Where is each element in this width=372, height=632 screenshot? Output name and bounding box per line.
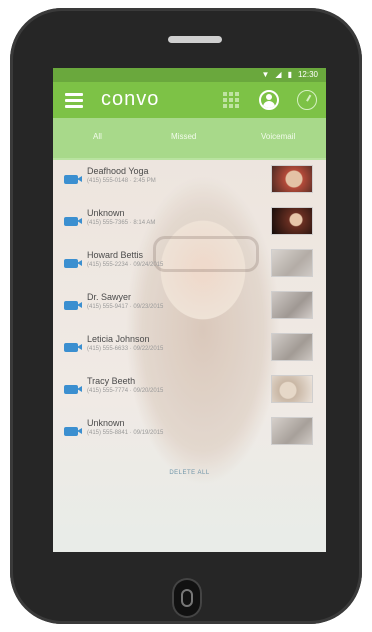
call-details: (415) 555-7774 · 09/20/2015: [87, 388, 164, 394]
tab-missed[interactable]: Missed: [171, 132, 196, 141]
caller-thumbnail: [271, 291, 313, 319]
caller-name: Unknown: [87, 208, 125, 218]
home-button[interactable]: [172, 578, 202, 618]
caller-name: Deafhood Yoga: [87, 166, 149, 176]
video-call-icon: [64, 427, 82, 436]
contacts-icon[interactable]: [259, 90, 279, 110]
list-item[interactable]: Tracy Beeth (415) 555-7774 · 09/20/2015: [53, 370, 326, 412]
signal-icon: ▼: [261, 70, 270, 79]
list-item[interactable]: Dr. Sawyer (415) 555-9417 · 09/23/2015: [53, 286, 326, 328]
caller-thumbnail: [271, 249, 313, 277]
call-details: (415) 555-8841 · 09/19/2015: [87, 430, 164, 436]
caller-thumbnail: [271, 165, 313, 193]
video-call-icon: [64, 217, 82, 226]
app-screen: ▼ ◢ ▮ 12:30 convo All Missed Voicemail D…: [53, 68, 326, 552]
list-item[interactable]: Howard Bettis (415) 555-2234 · 09/24/201…: [53, 244, 326, 286]
video-call-icon: [64, 343, 82, 352]
call-details: (415) 555-9417 · 09/23/2015: [87, 304, 164, 310]
caller-name: Unknown: [87, 418, 125, 428]
delete-all-button[interactable]: DELETE ALL: [53, 470, 326, 476]
list-item[interactable]: Unknown (415) 555-7365 · 8:14 AM: [53, 202, 326, 244]
app-logo: convo: [101, 88, 160, 110]
filter-tabs: All Missed Voicemail: [53, 118, 326, 160]
status-bar: ▼ ◢ ▮ 12:30: [53, 68, 326, 82]
app-bar: convo: [53, 82, 326, 131]
battery-icon: ▮: [287, 70, 292, 79]
device-frame: ▼ ◢ ▮ 12:30 convo All Missed Voicemail D…: [10, 8, 362, 624]
list-item[interactable]: Leticia Johnson (415) 555-6633 · 09/22/2…: [53, 328, 326, 370]
speaker-grille: [168, 36, 222, 43]
history-icon[interactable]: [297, 90, 317, 110]
caller-thumbnail: [271, 333, 313, 361]
video-call-icon: [64, 175, 82, 184]
status-time: 12:30: [297, 70, 318, 79]
caller-name: Howard Bettis: [87, 250, 144, 260]
tab-all[interactable]: All: [93, 132, 102, 141]
video-call-icon: [64, 385, 82, 394]
call-details: (415) 555-0148 · 2:45 PM: [87, 178, 156, 184]
caller-name: Tracy Beeth: [87, 376, 136, 386]
list-item[interactable]: Unknown (415) 555-8841 · 09/19/2015: [53, 412, 326, 454]
caller-thumbnail: [271, 417, 313, 445]
caller-name: Dr. Sawyer: [87, 292, 132, 302]
wifi-icon: ◢: [275, 70, 282, 79]
caller-name: Leticia Johnson: [87, 334, 150, 344]
video-call-icon: [64, 301, 82, 310]
tab-voicemail[interactable]: Voicemail: [261, 132, 295, 141]
call-details: (415) 555-6633 · 09/22/2015: [87, 346, 164, 352]
video-call-icon: [64, 259, 82, 268]
call-details: (415) 555-7365 · 8:14 AM: [87, 220, 156, 226]
call-details: (415) 555-2234 · 09/24/2015: [87, 262, 164, 268]
caller-thumbnail: [271, 207, 313, 235]
menu-icon[interactable]: [65, 93, 83, 108]
list-item[interactable]: Deafhood Yoga (415) 555-0148 · 2:45 PM: [53, 160, 326, 202]
caller-thumbnail: [271, 375, 313, 403]
dialpad-icon[interactable]: [223, 92, 239, 108]
